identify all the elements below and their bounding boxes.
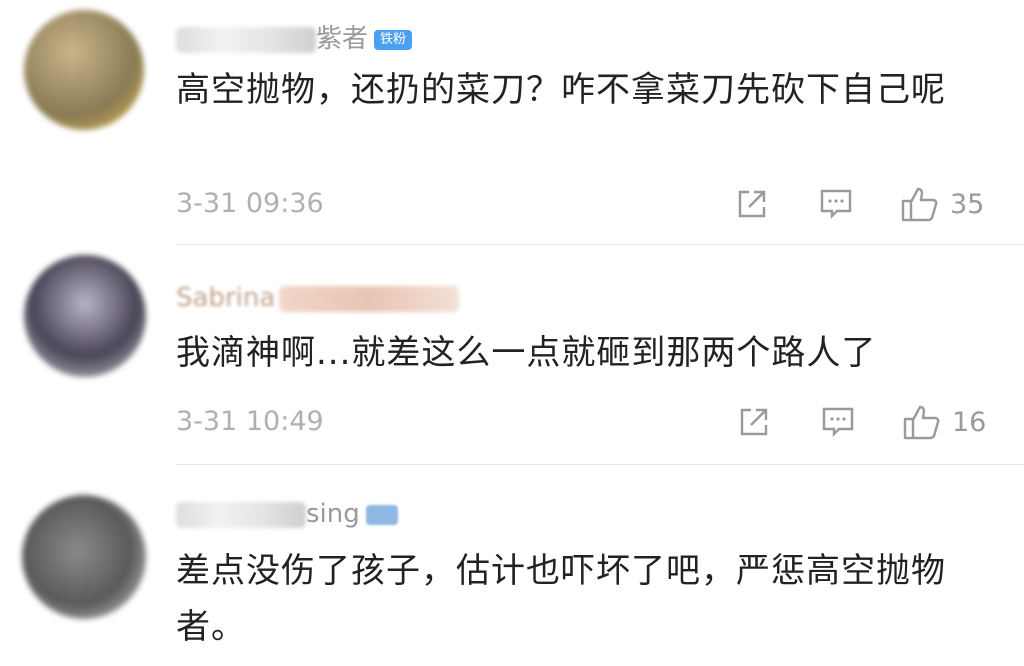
- comment-meta: 3-31 09:36 35: [176, 184, 988, 224]
- avatar[interactable]: [24, 10, 144, 130]
- user-badge: [365, 504, 399, 525]
- comment-item: 紫者 铁粉 高空抛物，还扔的菜刀？咋不拿菜刀先砍下自己呢 3-31 09:36 3…: [0, 0, 1024, 245]
- comment-text: 高空抛物，还扔的菜刀？咋不拿菜刀先砍下自己呢: [176, 70, 946, 110]
- username[interactable]: 紫者 铁粉: [176, 18, 413, 55]
- username[interactable]: sing: [176, 499, 399, 529]
- comment-text: 差点没伤了孩子，估计也吓坏了吧，严惩高空抛物者。: [176, 551, 946, 647]
- timestamp: 3-31 10:49: [176, 406, 324, 437]
- avatar[interactable]: [22, 495, 146, 619]
- share-button[interactable]: [734, 184, 770, 224]
- username-text: sing: [306, 499, 360, 529]
- share-button[interactable]: [736, 402, 772, 442]
- username[interactable]: Sabrina: [176, 283, 460, 313]
- like-button[interactable]: 35: [900, 184, 984, 224]
- comment-item: sing 差点没伤了孩子，估计也吓坏了吧，严惩高空抛物者。: [0, 465, 1024, 666]
- thumbs-up-icon: [903, 405, 940, 440]
- username-text: 紫者: [316, 24, 369, 54]
- comment-icon: [822, 407, 854, 437]
- reply-button[interactable]: [820, 402, 856, 442]
- comment-icon: [820, 189, 852, 219]
- avatar[interactable]: [24, 255, 146, 377]
- like-count: 35: [950, 188, 985, 220]
- thumbs-up-icon: [901, 187, 938, 222]
- comment-text: 我滴神啊...就差这么一点就砸到那两个路人了: [176, 333, 877, 373]
- share-icon: [740, 408, 768, 436]
- share-icon: [738, 190, 766, 218]
- comment-item: Sabrina 我滴神啊...就差这么一点就砸到那两个路人了 3-31 10:4…: [0, 245, 1024, 465]
- timestamp: 3-31 09:36: [176, 188, 324, 219]
- comment-meta: 3-31 10:49 16: [176, 402, 988, 442]
- username-text: Sabrina: [176, 283, 276, 313]
- like-count: 16: [952, 406, 987, 438]
- fan-badge: 铁粉: [374, 29, 413, 50]
- reply-button[interactable]: [818, 184, 854, 224]
- like-button[interactable]: 16: [902, 402, 986, 442]
